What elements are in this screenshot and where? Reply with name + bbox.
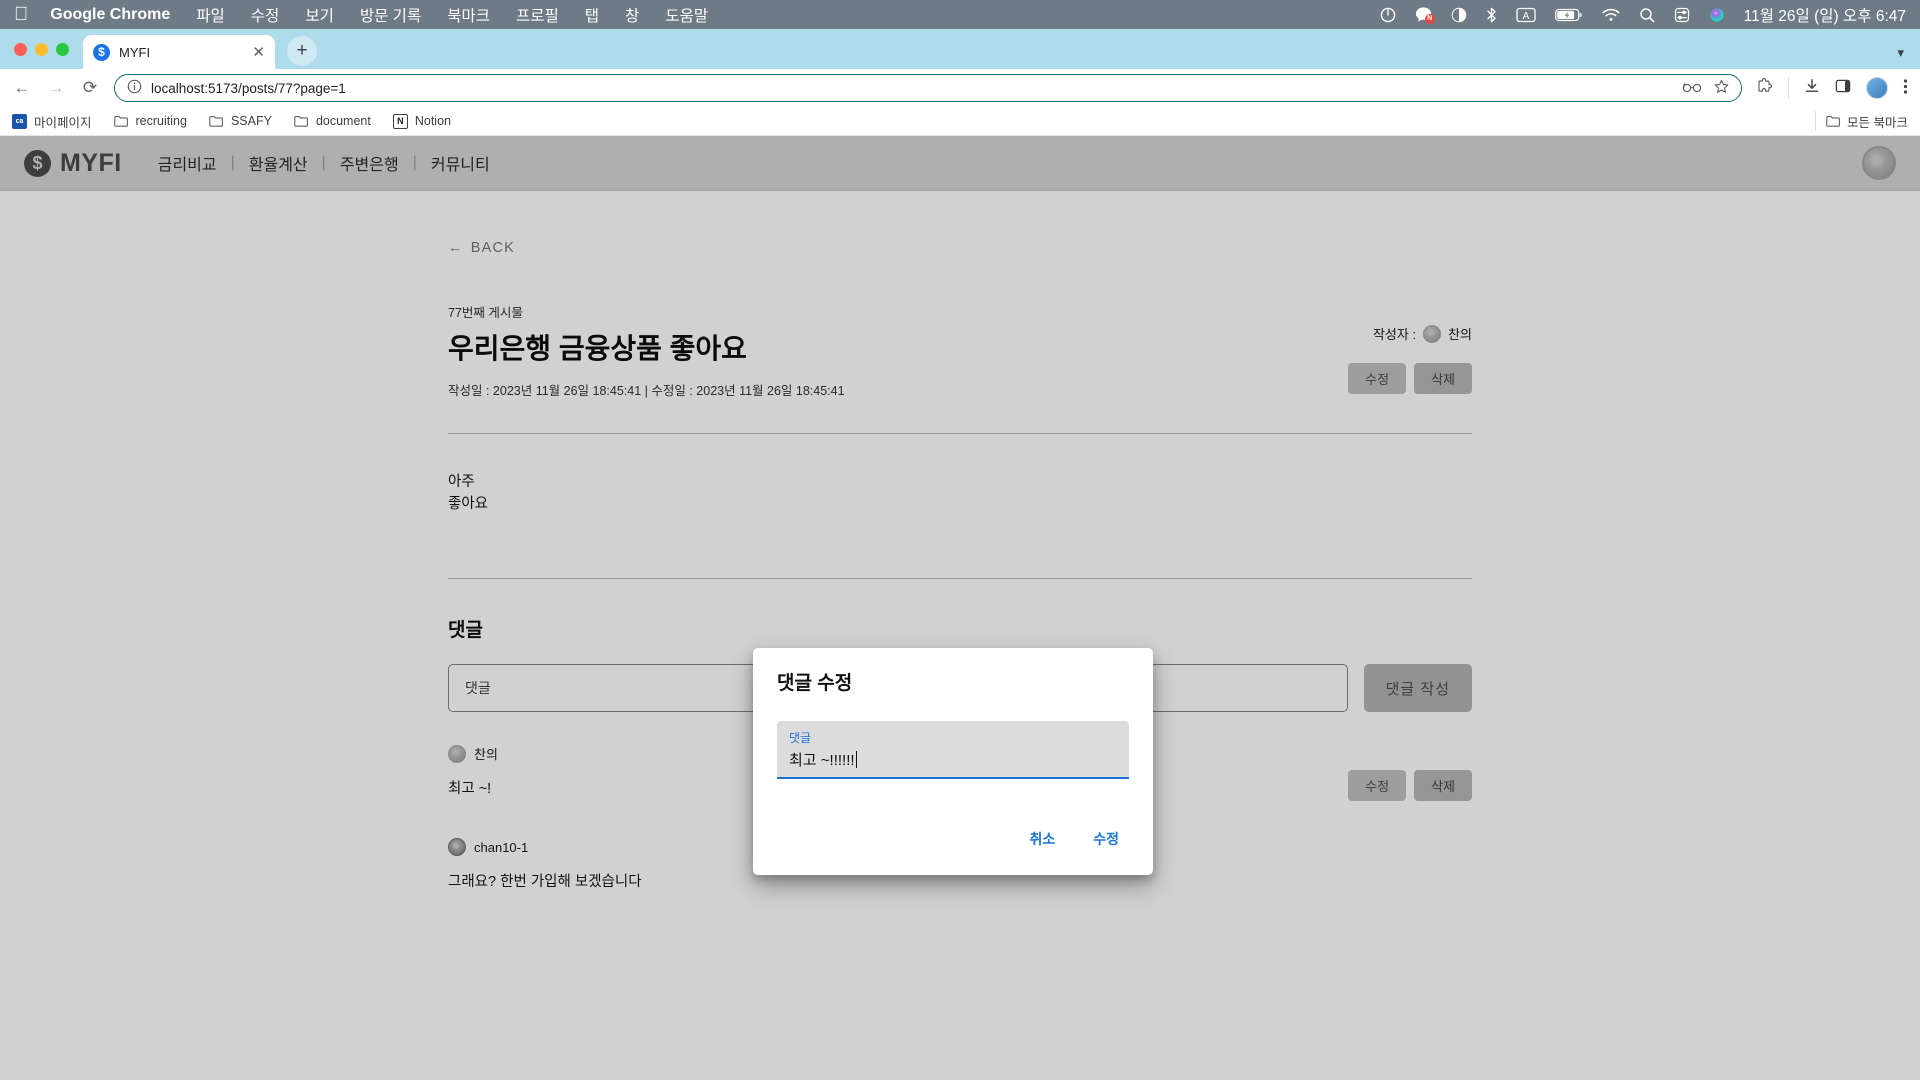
search-icon[interactable]: [1639, 7, 1655, 23]
field-value-row: 최고 ~!!!!!!: [789, 749, 1117, 770]
maximize-window-button[interactable]: [56, 42, 69, 56]
profile-avatar[interactable]: [1866, 77, 1888, 99]
bookmark-label: recruiting: [135, 114, 187, 128]
chrome-window: $ MYFI ✕ + ▾ ← → ⟳ localhost:5173/posts/…: [0, 29, 1920, 136]
svg-text:A: A: [1522, 10, 1529, 21]
menu-bar-status-area: N A 11월 26일 (일) 오후 6:47: [1380, 4, 1906, 26]
bookmark-label: document: [315, 114, 371, 128]
menu-history[interactable]: 방문 기록: [360, 4, 421, 26]
menu-view[interactable]: 보기: [305, 4, 334, 26]
bookmarks-divider: [1815, 111, 1817, 131]
forward-arrow-icon[interactable]: →: [46, 78, 66, 98]
minimize-window-button[interactable]: [35, 42, 48, 56]
page-viewport: $ MYFI 금리비교 | 환율계산 | 주변은행 | 커뮤니티 ← BACK: [0, 136, 1920, 1080]
bluetooth-icon[interactable]: [1486, 7, 1497, 23]
menu-help[interactable]: 도움말: [665, 4, 708, 26]
toolbar-divider: [1788, 78, 1789, 98]
folder-icon: [114, 114, 129, 129]
bookmark-document[interactable]: document: [294, 114, 371, 129]
confirm-edit-button[interactable]: 수정: [1083, 821, 1129, 857]
bookmark-mypage[interactable]: ca 마이페이지: [12, 112, 92, 131]
bookmark-label: Notion: [414, 114, 451, 128]
tab-strip: $ MYFI ✕ + ▾: [0, 29, 1920, 69]
folder-icon: [294, 114, 309, 129]
menu-window[interactable]: 창: [625, 4, 639, 26]
power-icon[interactable]: [1380, 7, 1396, 23]
dollar-favicon: $: [93, 43, 110, 61]
menu-bookmarks[interactable]: 북마크: [447, 4, 490, 26]
window-controls: [14, 29, 83, 69]
wifi-icon[interactable]: [1602, 8, 1620, 22]
url-text: localhost:5173/posts/77?page=1: [151, 80, 346, 96]
notion-icon: N: [392, 113, 408, 129]
modal-overlay[interactable]: [0, 136, 1920, 1080]
cancel-button[interactable]: 취소: [1019, 821, 1065, 857]
menu-tab[interactable]: 탭: [585, 4, 599, 26]
chevron-down-icon[interactable]: ▾: [1897, 45, 1904, 61]
back-arrow-icon[interactable]: ←: [12, 78, 32, 98]
dialog-actions: 취소 수정: [777, 821, 1129, 865]
text-cursor: [855, 751, 857, 768]
site-icon: ca: [12, 113, 27, 129]
folder-icon: [1825, 114, 1840, 129]
bookmark-label: SSAFY: [230, 114, 272, 128]
active-app-name[interactable]: Google Chrome: [50, 6, 170, 24]
toolbar-icons: [1756, 77, 1908, 99]
menu-bar-clock[interactable]: 11월 26일 (일) 오후 6:47: [1744, 4, 1906, 26]
notification-badge: N: [1424, 14, 1435, 24]
comment-edit-field[interactable]: 댓글 최고 ~!!!!!!: [777, 721, 1129, 779]
download-icon[interactable]: [1804, 78, 1820, 98]
messages-icon[interactable]: N: [1415, 7, 1435, 24]
bookmark-recruiting[interactable]: recruiting: [114, 114, 187, 129]
field-label: 댓글: [789, 731, 812, 745]
bookmark-ssafy[interactable]: SSAFY: [209, 114, 272, 129]
siri-icon[interactable]: [1709, 7, 1725, 23]
edit-comment-dialog: 댓글 수정 댓글 최고 ~!!!!!! 취소 수정: [753, 648, 1153, 875]
info-circle-icon[interactable]: [127, 79, 142, 97]
address-bar[interactable]: localhost:5173/posts/77?page=1: [114, 74, 1742, 102]
input-source-icon[interactable]: A: [1515, 7, 1536, 23]
close-window-button[interactable]: [14, 42, 27, 56]
extensions-icon[interactable]: [1756, 77, 1773, 99]
bookmark-notion[interactable]: N Notion: [392, 113, 451, 129]
menu-profiles[interactable]: 프로필: [516, 4, 559, 26]
dnd-icon[interactable]: [1451, 7, 1467, 23]
reload-icon[interactable]: ⟳: [80, 78, 100, 98]
browser-tab-myfi[interactable]: $ MYFI ✕: [83, 35, 275, 69]
menu-file[interactable]: 파일: [196, 4, 225, 26]
comment-edit-input-value[interactable]: 최고 ~!!!!!!: [789, 749, 855, 770]
reading-glasses-icon[interactable]: [1682, 81, 1702, 96]
menu-kebab-icon[interactable]: [1903, 78, 1908, 99]
all-bookmarks-button[interactable]: 모든 북마크: [1825, 112, 1908, 131]
apple-icon[interactable]: : [14, 5, 28, 24]
tab-title: MYFI: [119, 44, 151, 60]
battery-charging-icon[interactable]: [1554, 8, 1583, 22]
all-bookmarks-area: 모든 북마크: [1815, 111, 1908, 131]
close-icon[interactable]: ✕: [252, 43, 265, 61]
side-panel-icon[interactable]: [1835, 78, 1851, 98]
omnibox-actions: [1682, 79, 1729, 97]
all-bookmarks-label: 모든 북마크: [1847, 115, 1908, 130]
folder-icon: [209, 114, 224, 129]
macos-menu-bar:  Google Chrome 파일 수정 보기 방문 기록 북마크 프로필 탭…: [0, 0, 1920, 29]
new-tab-button[interactable]: +: [287, 36, 317, 66]
star-icon[interactable]: [1714, 79, 1729, 97]
dialog-title: 댓글 수정: [777, 673, 853, 694]
menu-edit[interactable]: 수정: [251, 4, 280, 26]
bookmarks-bar: ca 마이페이지 recruiting SSAFY document N Not…: [0, 107, 1920, 136]
control-center-icon[interactable]: [1674, 7, 1690, 23]
bookmark-label: 마이페이지: [34, 115, 92, 130]
browser-toolbar: ← → ⟳ localhost:5173/posts/77?page=1: [0, 69, 1920, 107]
